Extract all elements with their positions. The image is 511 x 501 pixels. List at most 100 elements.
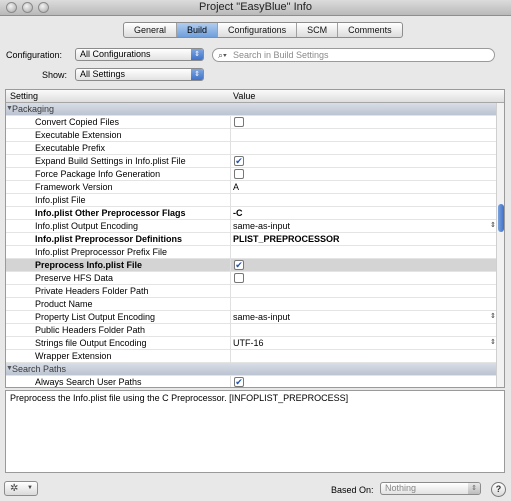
table-row[interactable]: Executable Prefix bbox=[6, 142, 497, 155]
setting-name: Force Package Info Generation bbox=[35, 169, 161, 179]
setting-name: Preserve HFS Data bbox=[35, 273, 114, 283]
tab-configurations[interactable]: Configurations bbox=[218, 23, 298, 37]
popup-arrows-icon[interactable]: ⇕ bbox=[490, 311, 496, 323]
show-label: Show: bbox=[42, 70, 68, 80]
table-row[interactable]: Preprocess Info.plist File ✔ bbox=[6, 259, 497, 272]
chevron-down-icon: ▼ bbox=[27, 485, 33, 491]
setting-name: Property List Output Encoding bbox=[35, 312, 156, 322]
tab-build[interactable]: Build bbox=[177, 23, 219, 37]
table-row[interactable]: Convert Copied Files bbox=[6, 116, 497, 129]
table-row[interactable]: Executable Extension bbox=[6, 129, 497, 142]
table-row[interactable]: Expand Build Settings in Info.plist File… bbox=[6, 155, 497, 168]
vertical-scrollbar[interactable] bbox=[496, 103, 504, 387]
help-icon: ? bbox=[495, 484, 502, 494]
search-placeholder: Search in Build Settings bbox=[233, 50, 329, 60]
table-row[interactable]: Private Headers Folder Path bbox=[6, 285, 497, 298]
column-divider bbox=[230, 129, 231, 142]
setting-name: Expand Build Settings in Info.plist File bbox=[35, 156, 186, 166]
table-row[interactable]: Public Headers Folder Path bbox=[6, 324, 497, 337]
tab-scm[interactable]: SCM bbox=[297, 23, 339, 37]
search-input[interactable]: ⌕▾ Search in Build Settings bbox=[212, 48, 495, 62]
setting-checkbox[interactable]: ✔ bbox=[234, 156, 244, 166]
table-row[interactable]: Strings file Output Encoding UTF-16 ⇕ bbox=[6, 337, 497, 350]
column-header-setting[interactable]: Setting bbox=[10, 90, 38, 102]
setting-name: Info.plist Other Preprocessor Flags bbox=[35, 208, 186, 218]
based-on-popup[interactable]: Nothing ⇕ bbox=[380, 482, 481, 495]
setting-value[interactable]: -C bbox=[233, 207, 243, 219]
tab-general[interactable]: General bbox=[124, 23, 178, 37]
based-on-value: Nothing bbox=[385, 483, 417, 493]
scrollbar-thumb[interactable] bbox=[498, 204, 504, 232]
configuration-popup[interactable]: All Configurations ⇕ bbox=[75, 48, 204, 61]
setting-name: Executable Prefix bbox=[35, 143, 106, 153]
setting-name: Strings file Output Encoding bbox=[35, 338, 147, 348]
build-settings-table: Setting Value ▼ Packaging Convert Copied F… bbox=[5, 89, 505, 388]
setting-checkbox[interactable] bbox=[234, 117, 244, 127]
column-divider bbox=[230, 155, 231, 168]
bottom-bar: ✲ ▼ Based On: Nothing ⇕ ? bbox=[0, 478, 511, 501]
title-bar: Project "EasyBlue" Info bbox=[0, 0, 511, 16]
popup-arrows-icon: ⇕ bbox=[468, 483, 480, 494]
tab-bar: General Build Configurations SCM Comment… bbox=[123, 22, 403, 38]
search-icon: ⌕▾ bbox=[218, 50, 227, 60]
column-divider bbox=[230, 298, 231, 311]
table-row[interactable]: Wrapper Extension bbox=[6, 350, 497, 363]
show-popup[interactable]: All Settings ⇕ bbox=[75, 68, 204, 81]
section-header[interactable]: ▼ Search Paths bbox=[6, 363, 497, 376]
setting-name: Wrapper Extension bbox=[35, 351, 112, 361]
table-row[interactable]: Product Name bbox=[6, 298, 497, 311]
setting-name: Private Headers Folder Path bbox=[35, 286, 149, 296]
table-row[interactable]: Always Search User Paths ✔ bbox=[6, 376, 497, 387]
column-divider bbox=[230, 207, 231, 220]
column-divider bbox=[230, 220, 231, 233]
table-row[interactable]: Info.plist Other Preprocessor Flags -C bbox=[6, 207, 497, 220]
column-divider bbox=[230, 259, 231, 272]
column-divider bbox=[230, 194, 231, 207]
setting-name: Info.plist Preprocessor Prefix File bbox=[35, 247, 168, 257]
column-divider bbox=[230, 324, 231, 337]
table-row[interactable]: Info.plist Preprocessor Prefix File bbox=[6, 246, 497, 259]
table-row[interactable]: Force Package Info Generation bbox=[6, 168, 497, 181]
section-title: Search Paths bbox=[12, 364, 67, 374]
based-on-label: Based On: bbox=[331, 485, 374, 495]
table-row[interactable]: Property List Output Encoding same-as-inp… bbox=[6, 311, 497, 324]
column-divider bbox=[230, 168, 231, 181]
section-header[interactable]: ▼ Packaging bbox=[6, 103, 497, 116]
table-row[interactable]: Preserve HFS Data bbox=[6, 272, 497, 285]
setting-checkbox[interactable]: ✔ bbox=[234, 377, 244, 387]
column-divider bbox=[230, 311, 231, 324]
column-divider bbox=[230, 116, 231, 129]
setting-name: Info.plist Preprocessor Definitions bbox=[35, 234, 183, 244]
setting-name: Preprocess Info.plist File bbox=[35, 260, 143, 270]
settings-rows: ▼ Packaging Convert Copied Files Executable… bbox=[6, 103, 497, 387]
setting-value[interactable]: same-as-input bbox=[233, 220, 290, 232]
gear-icon: ✲ bbox=[10, 483, 19, 494]
setting-name: Executable Extension bbox=[35, 130, 122, 140]
table-row[interactable]: Info.plist Preprocessor Definitions PLIST… bbox=[6, 233, 497, 246]
setting-checkbox[interactable] bbox=[234, 169, 244, 179]
setting-checkbox[interactable]: ✔ bbox=[234, 260, 244, 270]
table-row[interactable]: Framework Version A bbox=[6, 181, 497, 194]
action-menu-button[interactable]: ✲ ▼ bbox=[4, 481, 38, 496]
table-row[interactable]: Info.plist File bbox=[6, 194, 497, 207]
column-divider bbox=[230, 337, 231, 350]
popup-arrows-icon[interactable]: ⇕ bbox=[490, 337, 496, 349]
popup-arrows-icon: ⇕ bbox=[191, 49, 203, 60]
setting-checkbox[interactable] bbox=[234, 273, 244, 283]
checkmark-icon: ✔ bbox=[235, 260, 243, 270]
help-button[interactable]: ? bbox=[491, 482, 506, 497]
column-divider bbox=[230, 233, 231, 246]
checkmark-icon: ✔ bbox=[235, 377, 243, 387]
tab-comments[interactable]: Comments bbox=[338, 23, 402, 37]
column-header-value[interactable]: Value bbox=[233, 90, 255, 102]
column-divider bbox=[230, 142, 231, 155]
setting-value[interactable]: PLIST_PREPROCESSOR bbox=[233, 233, 340, 245]
popup-arrows-icon[interactable]: ⇕ bbox=[490, 220, 496, 232]
setting-value[interactable]: UTF-16 bbox=[233, 337, 264, 349]
window-title: Project "EasyBlue" Info bbox=[199, 1, 312, 13]
setting-name: Always Search User Paths bbox=[35, 377, 142, 387]
configuration-value: All Configurations bbox=[80, 49, 151, 59]
setting-value[interactable]: same-as-input bbox=[233, 311, 290, 323]
setting-value[interactable]: A bbox=[233, 181, 239, 193]
table-row[interactable]: Info.plist Output Encoding same-as-input ⇕ bbox=[6, 220, 497, 233]
